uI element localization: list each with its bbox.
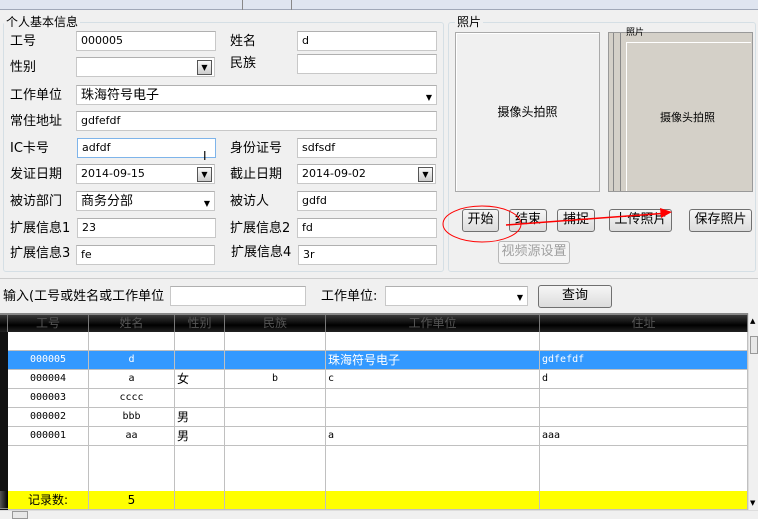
table-cell[interactable]: [225, 427, 326, 446]
table-cell[interactable]: 000001: [8, 427, 89, 446]
table-cell[interactable]: [326, 408, 540, 427]
table-cell-empty[interactable]: [8, 332, 89, 351]
table-cell-empty[interactable]: [540, 332, 748, 351]
column-header[interactable]: 性别: [175, 315, 225, 332]
horizontal-scrollbar[interactable]: [0, 510, 758, 519]
column-divider: [174, 446, 175, 491]
table-cell[interactable]: aa: [89, 427, 175, 446]
table-cell[interactable]: d: [89, 351, 175, 370]
record-count-value: 5: [89, 491, 175, 510]
table-cell[interactable]: a: [89, 370, 175, 389]
records-grid[interactable]: 工号 姓名 性别 民族 工作单位 住址 000005 d 珠海符号电子 gdfefdf 00000…: [0, 313, 758, 519]
scroll-down-icon[interactable]: ▼: [750, 499, 755, 507]
table-cell[interactable]: [326, 389, 540, 408]
unit-filter-combo[interactable]: ▼: [385, 286, 528, 306]
table-cell[interactable]: [175, 351, 225, 370]
h-scroll-thumb[interactable]: [12, 511, 28, 519]
column-divider: [88, 446, 89, 491]
column-divider: [325, 446, 326, 491]
table-cell-empty[interactable]: [225, 332, 326, 351]
table-cell-empty[interactable]: [175, 332, 225, 351]
row-indicator-header: [0, 315, 8, 332]
table-cell[interactable]: 000004: [8, 370, 89, 389]
table-cell[interactable]: 男: [175, 408, 225, 427]
scroll-thumb[interactable]: [750, 336, 758, 354]
unit-filter-label: 工作单位:: [321, 289, 378, 304]
scroll-up-icon[interactable]: ▲: [750, 317, 755, 325]
table-cell[interactable]: 000003: [8, 389, 89, 408]
footer-cell: [225, 491, 326, 510]
row-indicator: [0, 491, 8, 509]
column-header[interactable]: 姓名: [89, 315, 175, 332]
dropdown-arrow-icon[interactable]: ▼: [517, 291, 523, 305]
table-cell[interactable]: 珠海符号电子: [326, 351, 540, 370]
search-input-label: 输入(工号或姓名或工作单位: [3, 289, 165, 304]
table-cell[interactable]: a: [326, 427, 540, 446]
table-cell[interactable]: aaa: [540, 427, 748, 446]
table-cell[interactable]: d: [540, 370, 748, 389]
table-cell[interactable]: b: [225, 370, 326, 389]
column-header[interactable]: 工作单位: [326, 315, 540, 332]
table-cell[interactable]: 000002: [8, 408, 89, 427]
table-cell[interactable]: c: [326, 370, 540, 389]
column-header[interactable]: 工号: [8, 315, 89, 332]
column-header[interactable]: 住址: [540, 315, 748, 332]
table-cell[interactable]: [540, 389, 748, 408]
highlight-circle: [442, 205, 522, 243]
row-indicator-column: [0, 332, 8, 510]
table-cell[interactable]: 男: [175, 427, 225, 446]
table-cell[interactable]: cccc: [89, 389, 175, 408]
arrow-line: [505, 212, 669, 226]
footer-cell: [540, 491, 748, 510]
table-cell[interactable]: [175, 389, 225, 408]
record-count-label: 记录数:: [8, 491, 89, 510]
table-cell[interactable]: 000005: [8, 351, 89, 370]
table-cell[interactable]: 女: [175, 370, 225, 389]
table-cell-empty[interactable]: [89, 332, 175, 351]
table-cell[interactable]: [225, 408, 326, 427]
query-button[interactable]: 查询: [538, 285, 612, 308]
column-divider: [224, 446, 225, 491]
table-cell-empty[interactable]: [326, 332, 540, 351]
table-cell[interactable]: [225, 351, 326, 370]
column-header[interactable]: 民族: [225, 315, 326, 332]
table-cell[interactable]: [225, 389, 326, 408]
vertical-scrollbar[interactable]: ▲ ▼: [748, 313, 758, 510]
table-cell[interactable]: bbb: [89, 408, 175, 427]
footer-cell: [326, 491, 540, 510]
footer-cell: [175, 491, 225, 510]
search-input[interactable]: [170, 286, 306, 306]
table-cell[interactable]: gdfefdf: [540, 351, 748, 370]
arrow-head-icon: [660, 208, 672, 218]
table-cell[interactable]: [540, 408, 748, 427]
column-divider: [539, 446, 540, 491]
